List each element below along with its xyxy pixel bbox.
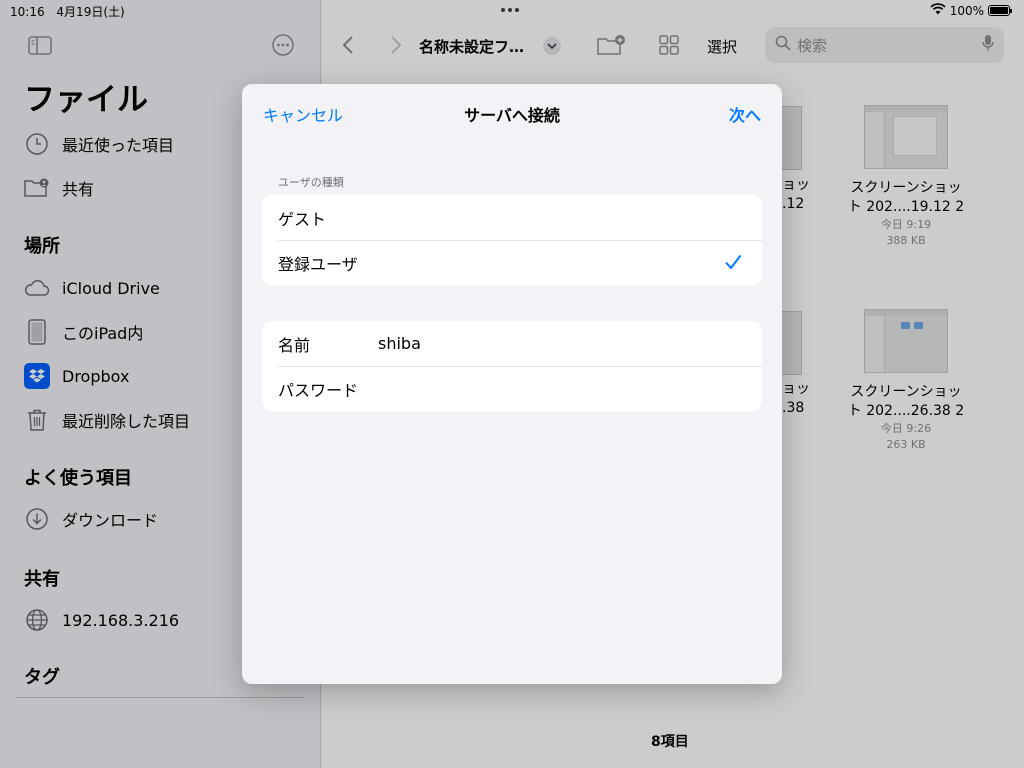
user-type-guest-row[interactable]: ゲスト	[262, 195, 762, 240]
screen: 10:16 4月19日(土) ファイル 最近使った項目 共有 場所 iCloud…	[0, 0, 1024, 768]
user-type-group: ゲスト 登録ユーザ	[262, 195, 762, 285]
next-button[interactable]: 次へ	[729, 102, 761, 126]
name-field[interactable]: shiba	[378, 334, 421, 353]
cancel-button[interactable]: キャンセル	[263, 102, 343, 126]
checkmark-icon	[724, 253, 742, 271]
password-label: パスワード	[278, 380, 359, 400]
connect-to-server-sheet: サーバへ接続 キャンセル 次へ ユーザの種類 ゲスト 登録ユーザ 名前 shib…	[242, 84, 782, 684]
name-row: 名前 shiba	[262, 321, 762, 366]
user-type-registered-row[interactable]: 登録ユーザ	[262, 240, 762, 285]
credentials-group: 名前 shiba パスワード	[262, 321, 762, 411]
user-type-header: ユーザの種類	[278, 176, 344, 189]
name-label: 名前	[278, 335, 311, 355]
user-type-label: ゲスト	[278, 209, 327, 229]
user-type-label: 登録ユーザ	[278, 254, 358, 274]
password-row: パスワード	[262, 366, 762, 411]
